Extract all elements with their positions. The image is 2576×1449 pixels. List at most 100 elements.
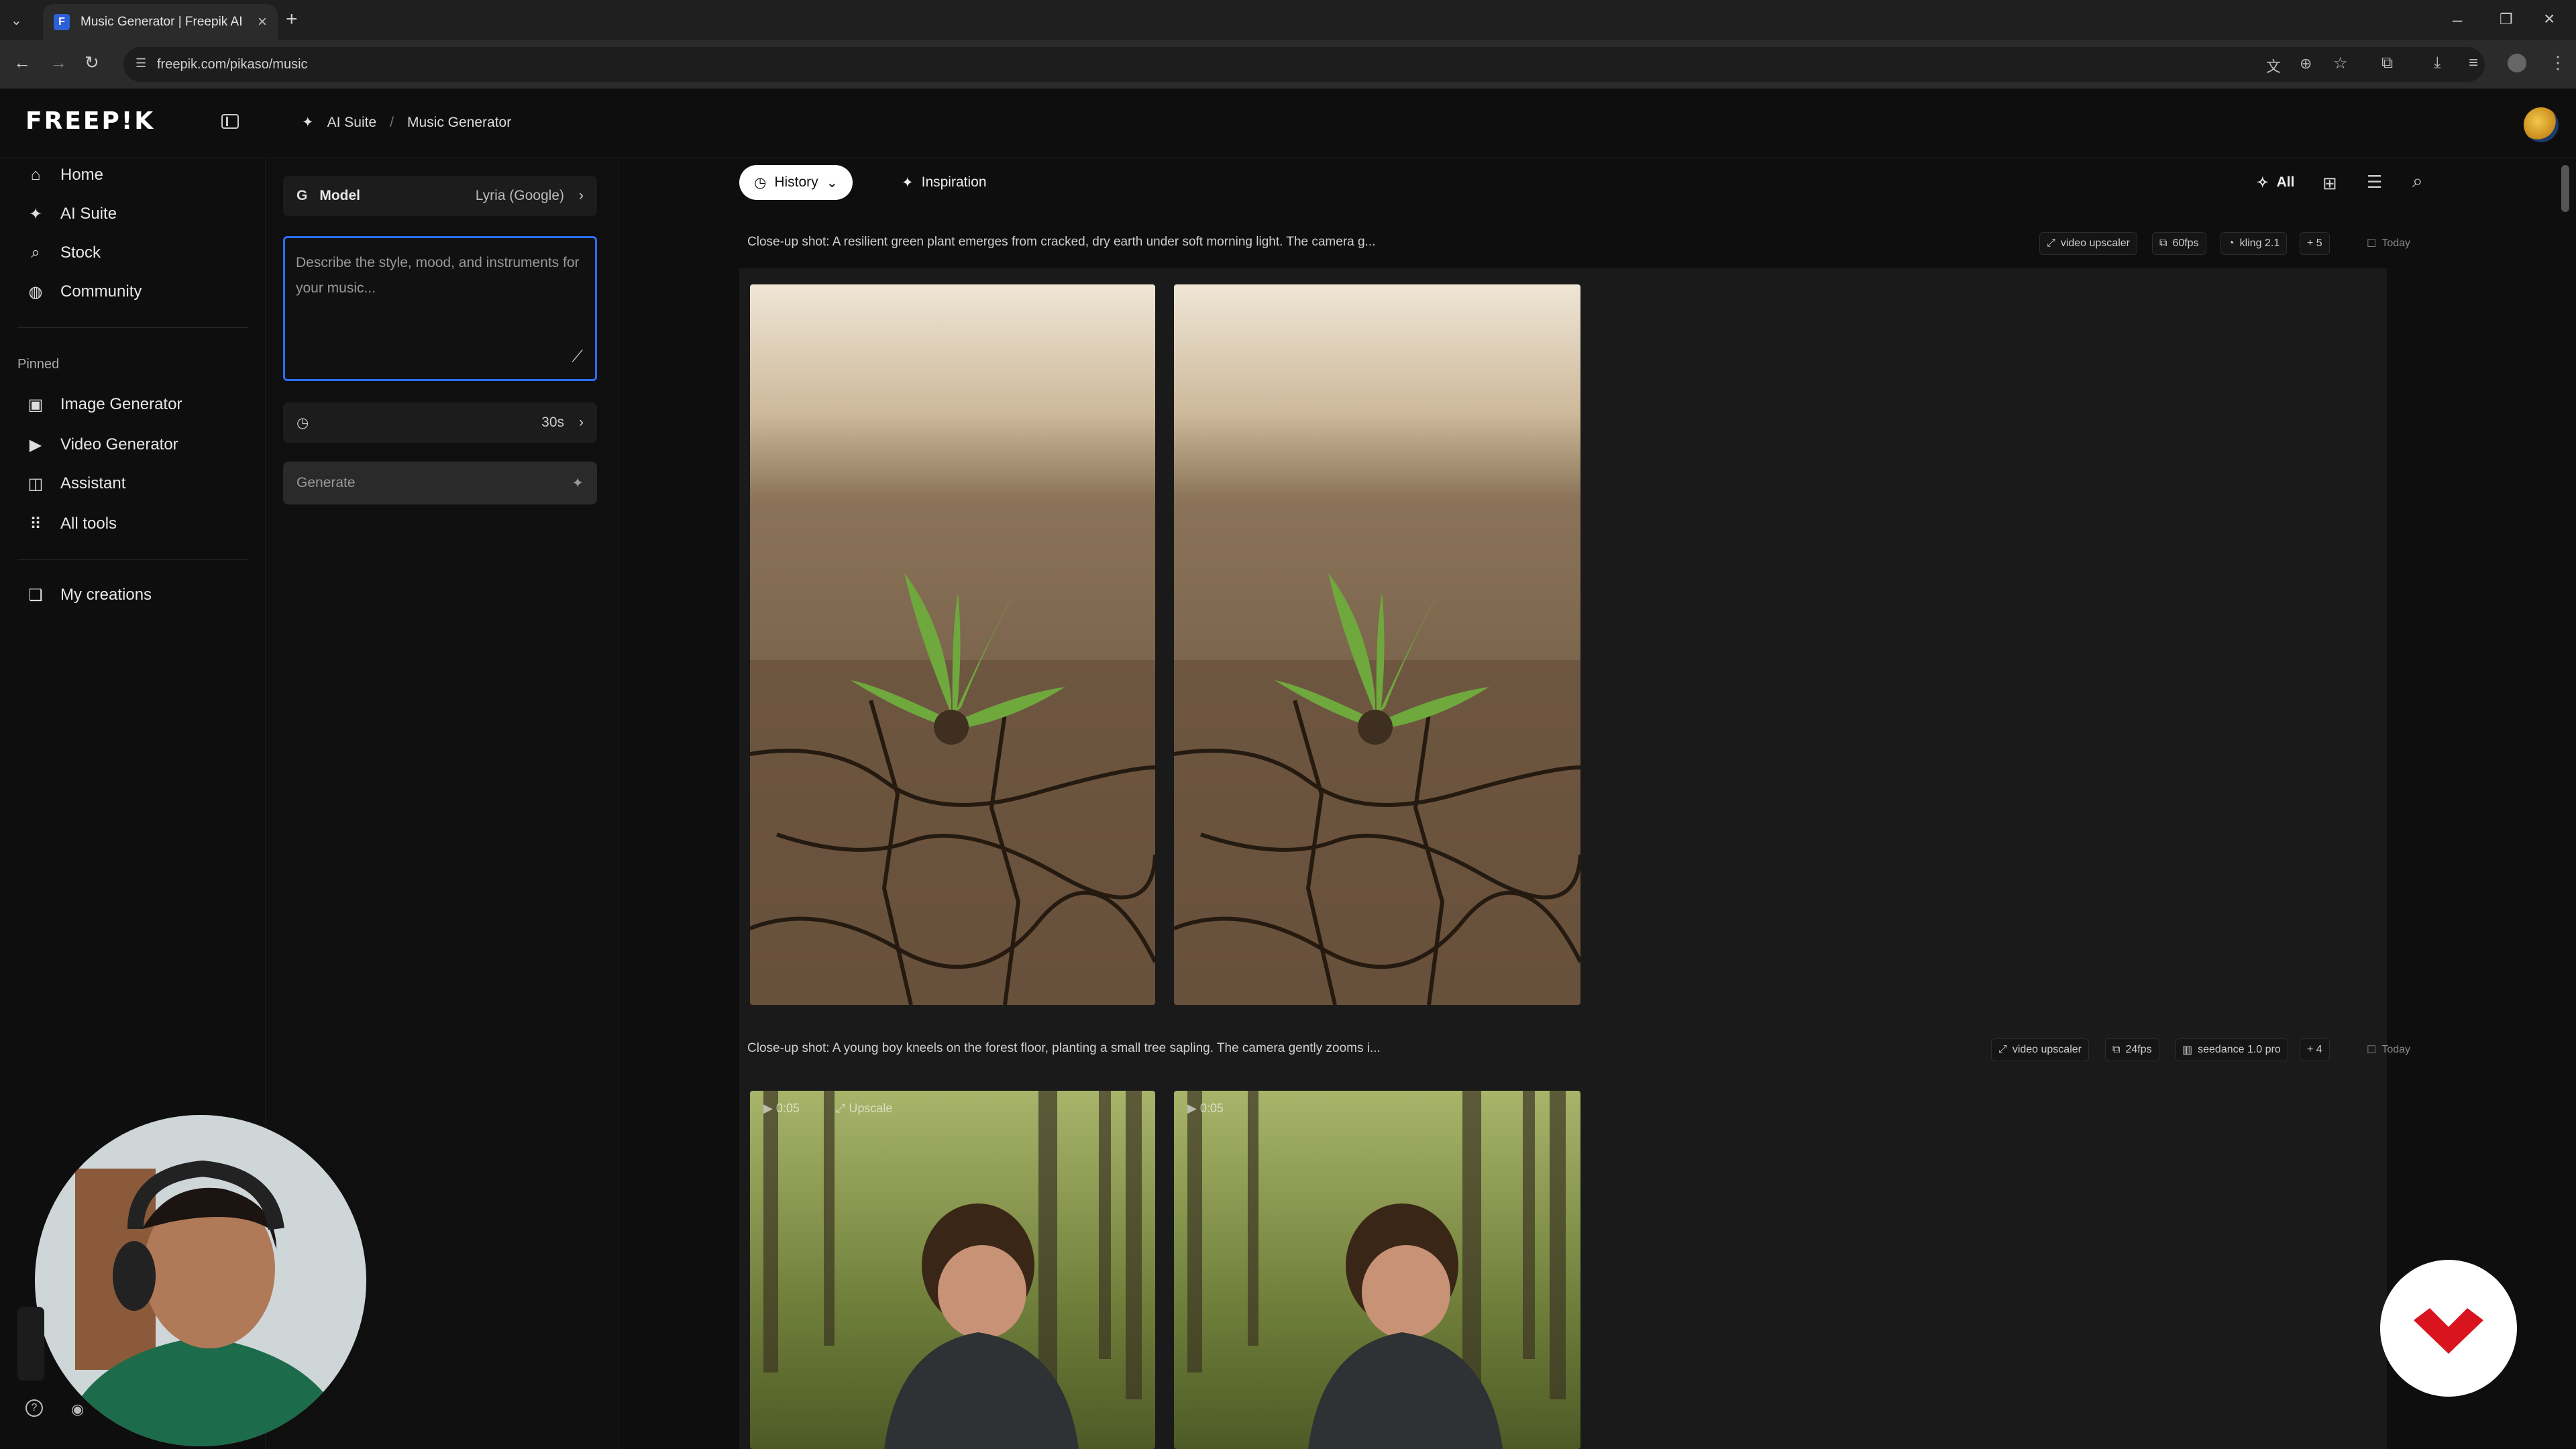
download-icon[interactable]: ⤓ (2434, 54, 2441, 72)
address-bar[interactable]: ☰ freepik.com/pikaso/music (123, 47, 2485, 82)
tag-more-badge[interactable]: + 4 (2300, 1038, 2330, 1061)
video-icon: ▶ (29, 435, 42, 454)
result-thumbnail[interactable] (750, 284, 1155, 1005)
video-duration-overlay: ▶ 0:05 (1187, 1102, 1224, 1115)
date-label: ☐ Today (2360, 1038, 2417, 1061)
zoom-icon[interactable]: ⊕ (2300, 55, 2312, 72)
red-logo-icon (2414, 1308, 2483, 1354)
tab-history[interactable]: ◷ History ⌄ (739, 165, 853, 200)
discord-icon[interactable]: ◉ (71, 1401, 84, 1418)
scrollbar[interactable] (2561, 165, 2569, 212)
sidebar-item-stock[interactable]: ⌕ Stock (27, 236, 101, 270)
sidebar-divider (17, 327, 248, 328)
duration-selector[interactable]: ◷ 30s › (283, 402, 597, 443)
row-caption[interactable]: Close-up shot: A resilient green plant e… (747, 235, 1375, 250)
url-text: freepik.com/pikaso/music (157, 56, 308, 72)
settings-sliders-icon[interactable]: ☰ (2367, 172, 2382, 193)
forward-icon[interactable]: → (50, 52, 67, 73)
clock-icon: ◷ (297, 415, 309, 431)
model-value: Lyria (Google) (475, 188, 564, 203)
result-thumbnail[interactable]: ▶ 0:05 ⤢ Upscale (750, 1091, 1155, 1449)
prompt-input[interactable]: Describe the style, mood, and instrument… (283, 236, 597, 381)
bookmark-star-icon[interactable]: ☆ (2333, 54, 2348, 73)
sparkle-icon: ✦ (302, 115, 314, 130)
sidebar-item-label: Image Generator (60, 395, 182, 413)
sparkle-icon: ✦ (28, 205, 43, 223)
breadcrumb-ai-suite[interactable]: AI Suite (327, 115, 377, 131)
sidebar-item-all-tools[interactable]: ⠿ All tools (27, 507, 117, 541)
sidebar-item-video-generator[interactable]: ▶ Video Generator (27, 428, 178, 462)
tag-badge: ⧉ 60fps (2152, 232, 2206, 255)
result-thumbnail[interactable] (1174, 284, 1580, 1005)
browser-menu-icon[interactable]: ⋮ (2549, 52, 2567, 73)
presenter-video (35, 1115, 366, 1446)
checkbox-icon[interactable]: ☐ (2367, 1043, 2376, 1057)
tab-list-icon[interactable]: ⌄ (11, 12, 22, 29)
filter-all-button[interactable]: ✧ All (2242, 165, 2309, 200)
sidebar-item-community[interactable]: ◍ Community (27, 275, 142, 309)
generate-button[interactable]: Generate ✦ (283, 462, 597, 504)
restore-icon[interactable]: ❐ (2500, 11, 2513, 28)
sidebar-item-label: Home (60, 166, 104, 184)
sidebar-item-ai-suite[interactable]: ✦ AI Suite (27, 197, 117, 231)
duration-text: 0:05 (1199, 1102, 1224, 1115)
minimize-icon[interactable]: – (2453, 9, 2462, 30)
sidebar-item-my-creations[interactable]: ❏ My creations (27, 578, 152, 612)
grid-view-icon[interactable]: ⊞ (2322, 173, 2337, 194)
model-selector[interactable]: G Model Lyria (Google) › (283, 176, 597, 216)
breadcrumb-music-generator[interactable]: Music Generator (407, 115, 511, 131)
tab-inspiration[interactable]: ✦ Inspiration (887, 165, 1002, 200)
profile-icon[interactable] (2508, 54, 2526, 72)
main-content: ◷ History ⌄ ✦ Inspiration ✧ All ⊞ ☰ ⌕ Cl… (619, 158, 2576, 1449)
translate-icon[interactable]: 文 (2266, 55, 2281, 76)
forest-boy-image (750, 1091, 1155, 1449)
chevron-down-icon: ⌄ (826, 174, 839, 191)
tag-label: kling 2.1 (2239, 237, 2280, 249)
close-window-icon[interactable]: × (2544, 8, 2555, 30)
tag-label: + 4 (2307, 1044, 2322, 1055)
new-tab-icon[interactable]: + (286, 8, 298, 31)
brand-badge (2380, 1260, 2517, 1397)
result-thumbnail[interactable]: ▶ 0:05 (1174, 1091, 1580, 1449)
user-avatar[interactable] (2524, 107, 2559, 142)
checkbox-icon[interactable]: ☐ (2367, 237, 2376, 250)
upscale-overlay[interactable]: ⤢ Upscale (836, 1102, 892, 1116)
sidebar-item-assistant[interactable]: ◫ Assistant (27, 467, 126, 500)
model-label: Model (319, 188, 361, 203)
search-icon[interactable]: ⌕ (2412, 170, 2423, 193)
sidebar-item-home[interactable]: ⌂ Home (27, 158, 103, 192)
sidebar-item-image-generator[interactable]: ▣ Image Generator (27, 388, 182, 421)
site-info-icon[interactable]: ☰ (136, 56, 146, 70)
date-text: Today (2381, 237, 2411, 249)
sidebar-item-label: Assistant (60, 474, 126, 492)
row-caption[interactable]: Close-up shot: A young boy kneels on the… (747, 1041, 1381, 1056)
reload-icon[interactable]: ↻ (85, 52, 99, 73)
history-icon: ◷ (754, 174, 767, 191)
freepik-logo[interactable]: FREEP!K (25, 107, 155, 135)
collapse-sidebar-icon[interactable] (221, 114, 239, 129)
extensions-icon[interactable]: ⧉ (2381, 54, 2393, 72)
upscale-text: Upscale (849, 1102, 893, 1115)
help-icon[interactable]: ? (25, 1399, 43, 1417)
tag-label: 24fps (2125, 1044, 2152, 1055)
back-icon[interactable]: ← (13, 52, 31, 73)
plant-image (1174, 284, 1580, 1005)
sidebar-item-label: Stock (60, 244, 101, 262)
freepik-favicon-icon: F (54, 14, 70, 30)
magic-wand-icon[interactable]: ⟋ (572, 344, 583, 370)
search-icon: ⌕ (31, 244, 40, 262)
date-text: Today (2381, 1044, 2411, 1055)
prompt-placeholder: Describe the style, mood, and instrument… (296, 255, 580, 296)
tag-label: seedance 1.0 pro (2198, 1044, 2281, 1055)
tab-history-label: History (774, 174, 818, 190)
duration-text: 0:05 (775, 1102, 800, 1115)
webcam-overlay (35, 1115, 366, 1446)
media-icon[interactable]: ≡ (2469, 54, 2478, 72)
sparkle-icon: ✦ (902, 174, 914, 191)
close-tab-icon[interactable]: × (258, 13, 267, 32)
tag-badge: ◔ kling 2.1 (2220, 232, 2288, 255)
tag-more-badge[interactable]: + 5 (2300, 232, 2330, 255)
chevron-right-icon: › (579, 188, 584, 203)
sidebar-item-label: AI Suite (60, 205, 117, 223)
browser-tab[interactable]: F Music Generator | Freepik AI × (43, 4, 278, 40)
